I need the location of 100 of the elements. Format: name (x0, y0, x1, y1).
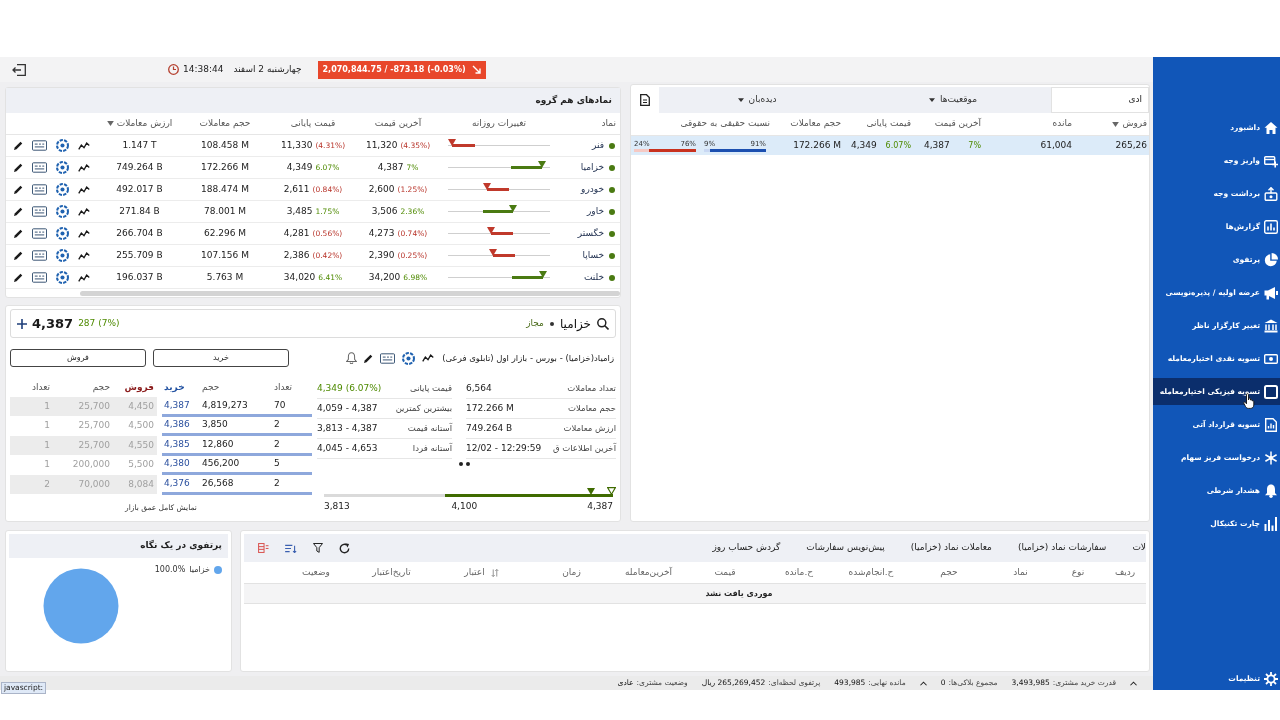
card-icon[interactable] (31, 184, 47, 195)
card-icon[interactable] (31, 162, 47, 173)
symbol-link[interactable]: خزامیا (580, 160, 604, 175)
column-header[interactable]: وضعیت (302, 565, 330, 580)
symbol-link[interactable]: خودرو (581, 182, 604, 197)
ring-icon[interactable] (55, 139, 69, 152)
column-header[interactable]: حجم معاملات (790, 117, 841, 131)
card-icon[interactable] (31, 250, 47, 261)
search-icon[interactable] (597, 317, 609, 330)
column-header[interactable]: مانده (1052, 117, 1072, 131)
trend-line-icon[interactable] (422, 354, 435, 362)
column-header[interactable]: قیمت پایانی (290, 116, 336, 131)
document-icon[interactable] (640, 94, 650, 106)
sign-out-icon[interactable] (12, 63, 26, 76)
card-icon[interactable] (31, 140, 47, 151)
tab[interactable]: گردش حساب روز (712, 541, 781, 555)
tab[interactable]: سفارشات نماد (خزامیا) (1017, 541, 1107, 555)
pencil-icon[interactable] (364, 353, 374, 363)
refresh-icon[interactable] (339, 542, 350, 554)
card-icon[interactable] (31, 228, 47, 239)
sort-caret-icon[interactable] (1112, 121, 1120, 127)
column-header[interactable]: نسبت حقیقی به حقوقی (680, 117, 770, 131)
column-header[interactable]: فروش (1112, 117, 1147, 131)
filter-icon[interactable] (313, 543, 323, 553)
ring-icon[interactable] (402, 351, 416, 365)
sort-caret-icon[interactable] (106, 121, 114, 126)
pencil-icon[interactable] (13, 163, 23, 172)
plus-icon[interactable] (17, 318, 27, 329)
column-header[interactable]: ح.انجام‌شده (848, 565, 894, 580)
column-header[interactable]: آخرین‌معامله (625, 565, 672, 580)
column-header[interactable]: ارزش معاملات (106, 116, 173, 131)
info-value: 4,059 - 4,387 (317, 401, 379, 415)
column-header[interactable]: آخرین قیمت (374, 116, 422, 131)
value-cell-text: 492.017 B (115, 182, 164, 196)
column-header[interactable]: آخرین قیمت (934, 117, 981, 131)
column-header[interactable]: تغییرات روزانه (472, 116, 526, 131)
column-header[interactable]: نوع (1071, 565, 1085, 580)
trend-line-icon[interactable] (77, 251, 90, 260)
pager-dot-icon[interactable] (459, 462, 463, 466)
tab[interactable]: ادی (1051, 87, 1149, 113)
pencil-icon[interactable] (13, 207, 23, 216)
symbol-link[interactable]: فنر (592, 138, 604, 153)
close-price: 4,349 (286, 160, 313, 174)
column-header[interactable]: اعتبار (464, 565, 499, 580)
column-header[interactable]: قیمت (714, 565, 736, 580)
trend-line-icon[interactable] (77, 207, 90, 216)
pencil-icon[interactable] (13, 273, 23, 282)
scrollbar[interactable] (80, 290, 620, 296)
trend-line-icon[interactable] (77, 141, 90, 150)
ring-icon[interactable] (55, 183, 69, 196)
tab[interactable]: لات (1132, 541, 1146, 555)
tab[interactable]: دیده‌بان (659, 87, 855, 113)
symbol-link[interactable]: خساپا (582, 248, 604, 263)
buy-button[interactable]: خرید (153, 349, 289, 367)
symbol-link[interactable]: خگستر (577, 226, 604, 241)
column-header[interactable]: حجم (940, 565, 958, 580)
arrow-down-icon (471, 65, 481, 74)
column-header[interactable]: تاریخ‌اعتبار (372, 565, 411, 580)
ring-icon[interactable] (55, 161, 69, 174)
pencil-icon[interactable] (13, 251, 23, 260)
pencil-icon[interactable] (13, 229, 23, 238)
symbol-name: خزامیا (559, 315, 591, 333)
remaining-cell-text: 61,004 (1039, 138, 1073, 152)
column-header[interactable]: ح.مانده (784, 565, 814, 580)
pager-dot-icon[interactable] (466, 462, 470, 466)
bell-icon[interactable] (346, 352, 358, 364)
tab[interactable]: موقعیت‌ها (855, 87, 1051, 113)
pencil-icon[interactable] (13, 141, 23, 150)
column-header[interactable]: قیمت پایانی (866, 117, 911, 131)
trend-line-icon[interactable] (77, 163, 90, 172)
tab[interactable]: پیش‌نویس سفارشات (806, 541, 885, 555)
column-header[interactable]: زمان (562, 565, 581, 580)
columns-icon[interactable] (258, 543, 269, 553)
ring-icon[interactable] (55, 271, 69, 284)
square-icon (1264, 384, 1278, 399)
pencil-icon[interactable] (13, 185, 23, 194)
column-header[interactable]: نماد (601, 116, 616, 131)
sell-button[interactable]: فروش (10, 349, 146, 367)
card-icon[interactable] (31, 272, 47, 283)
column-header[interactable]: حجم معاملات (199, 116, 251, 131)
symbol-link[interactable]: خلنت (583, 270, 604, 285)
column-header[interactable]: نماد (1013, 565, 1028, 580)
caret-up-icon[interactable] (1130, 680, 1137, 686)
trend-line-icon[interactable] (77, 229, 90, 238)
card-icon[interactable] (380, 352, 396, 364)
card-icon[interactable] (31, 206, 47, 217)
panel-title: نمادهای هم گروه (535, 93, 612, 108)
column-header: تعداد (30, 381, 51, 395)
trend-line-icon[interactable] (77, 185, 90, 194)
caret-up-icon[interactable] (919, 680, 927, 686)
column-header[interactable]: ردیف (1114, 565, 1136, 580)
tab[interactable]: معاملات نماد (خزامیا) (910, 541, 992, 555)
info-label: قیمت پایانی (409, 382, 452, 395)
ring-icon[interactable] (55, 249, 69, 262)
symbol-link[interactable]: خاور (587, 204, 604, 219)
sort-icon[interactable] (285, 543, 297, 553)
ring-icon[interactable] (55, 205, 69, 218)
status-dot-icon (609, 186, 615, 193)
ring-icon[interactable] (55, 227, 69, 240)
trend-line-icon[interactable] (77, 273, 90, 282)
